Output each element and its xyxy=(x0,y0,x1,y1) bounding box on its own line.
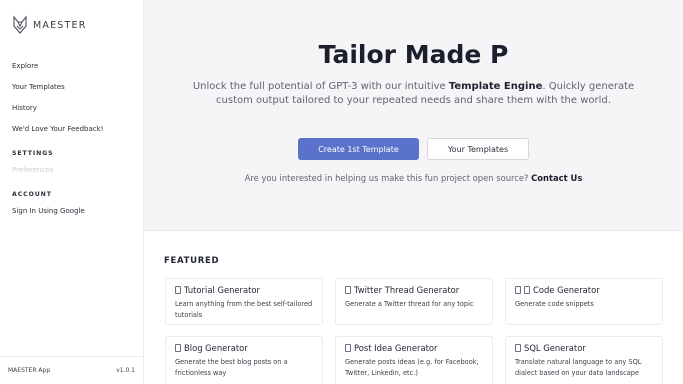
card-description: Learn anything from the best self-tailor… xyxy=(175,300,313,319)
fox-logo-icon xyxy=(13,15,27,34)
create-first-template-button[interactable]: Create 1st Template xyxy=(298,138,419,160)
card-description: Generate a Twitter thread for any topic xyxy=(345,300,474,308)
featured-section-label: FEATURED xyxy=(164,256,220,266)
card-title: SQL Generator xyxy=(524,343,586,353)
document-icon xyxy=(175,344,181,352)
sidebar-item-history[interactable]: History xyxy=(12,103,103,124)
logo-text: MAESTER xyxy=(33,19,87,31)
card-description: Generate code snippets xyxy=(515,300,594,308)
sign-in-google-link[interactable]: Sign In Using Google xyxy=(12,207,85,215)
template-card-sql[interactable]: SQL Generator Translate natural language… xyxy=(505,336,663,384)
hero-subtitle-bold: Template Engine xyxy=(448,81,543,92)
code-icon xyxy=(515,286,521,294)
hero-subtitle-lead: Unlock the full potential of GPT-3 with … xyxy=(192,81,449,92)
hero-title: Tailor Made P xyxy=(318,40,509,69)
settings-section-label: SETTINGS xyxy=(12,150,54,157)
template-card-twitter-thread[interactable]: Twitter Thread Generator Generate a Twit… xyxy=(335,278,493,325)
card-title: Blog Generator xyxy=(184,343,248,353)
template-card-blog[interactable]: Blog Generator Generate the best blog po… xyxy=(165,336,323,384)
card-title: Twitter Thread Generator xyxy=(354,285,460,295)
cta-text: Are you interested in helping us make th… xyxy=(244,173,532,183)
sidebar-nav: Explore Your Templates History We'd Love… xyxy=(12,61,103,145)
contact-us-link[interactable]: Contact Us xyxy=(531,173,582,183)
footer-version: v1.0.1 xyxy=(116,367,135,374)
template-card-post-idea[interactable]: Post Idea Generator Generate posts ideas… xyxy=(335,336,493,384)
card-description: Generate posts ideas (e.g. for Facebook,… xyxy=(345,358,479,377)
document-icon xyxy=(515,344,521,352)
document-icon xyxy=(175,286,181,294)
sidebar-item-preferences: Preferences xyxy=(12,166,54,174)
card-description: Translate natural language to any SQL di… xyxy=(515,358,642,377)
hero-subtitle: Unlock the full potential of GPT-3 with … xyxy=(180,80,647,108)
card-title: Post Idea Generator xyxy=(354,343,438,353)
template-card-tutorial[interactable]: Tutorial Generator Learn anything from t… xyxy=(165,278,323,325)
sidebar-item-your-templates[interactable]: Your Templates xyxy=(12,82,103,103)
card-title: Tutorial Generator xyxy=(184,285,260,295)
sidebar-item-feedback[interactable]: We'd Love Your Feedback! xyxy=(12,124,103,145)
sidebar-footer: MAESTER App v1.0.1 xyxy=(0,356,143,384)
footer-app-name: MAESTER App xyxy=(8,367,51,374)
document-icon xyxy=(345,344,351,352)
code-icon xyxy=(524,286,530,294)
document-icon xyxy=(345,286,351,294)
logo[interactable]: MAESTER xyxy=(12,15,87,35)
account-section-label: ACCOUNT xyxy=(12,191,52,198)
hero-section: Tailor Made P Unlock the full potential … xyxy=(144,0,683,231)
your-templates-button[interactable]: Your Templates xyxy=(427,138,529,160)
card-description: Generate the best blog posts on a fricti… xyxy=(175,358,288,377)
card-title: Code Generator xyxy=(533,285,600,295)
template-card-code[interactable]: Code Generator Generate code snippets xyxy=(505,278,663,325)
sidebar: MAESTER Explore Your Templates History W… xyxy=(0,0,144,384)
sidebar-item-explore[interactable]: Explore xyxy=(12,61,103,82)
open-source-cta: Are you interested in helping us make th… xyxy=(144,173,683,183)
